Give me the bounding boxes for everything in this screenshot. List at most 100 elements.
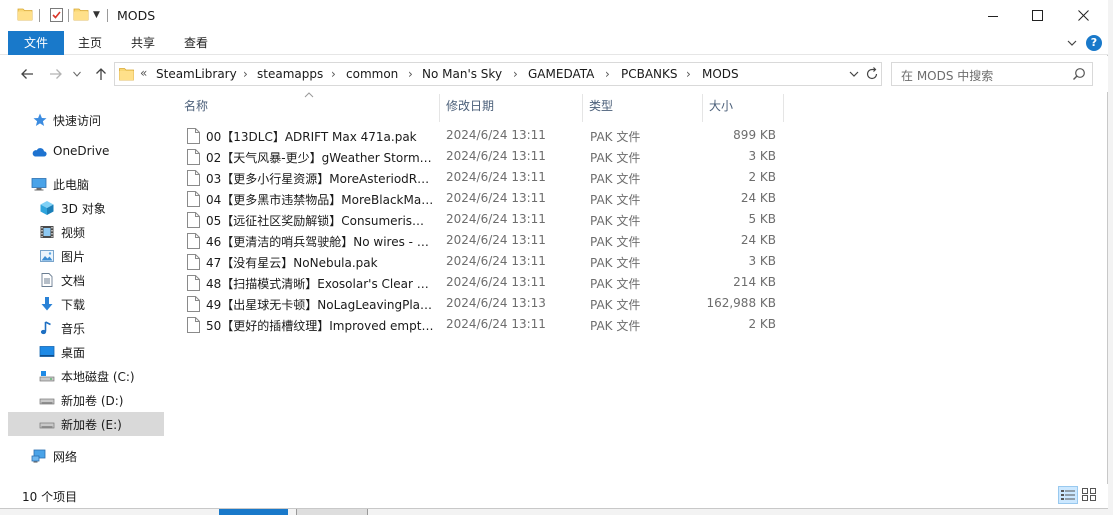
file-icon — [187, 254, 200, 270]
sidebar-item-drive-c[interactable]: 本地磁盘 (C:) — [8, 364, 164, 388]
sidebar-item-drive-d[interactable]: 新加卷 (D:) — [8, 388, 164, 412]
address-overflow[interactable]: « — [140, 66, 147, 80]
breadcrumb-separator[interactable]: › — [686, 67, 691, 81]
column-divider[interactable] — [582, 94, 583, 122]
file-row[interactable]: 00【13DLC】ADRIFT Max 471a.pak 2024/6/24 1… — [183, 125, 788, 146]
column-divider[interactable] — [702, 94, 703, 122]
details-view-button[interactable] — [1058, 486, 1078, 504]
tab-file[interactable]: 文件 — [8, 31, 64, 55]
sidebar-item-drive-e[interactable]: 新加卷 (E:) — [8, 412, 164, 436]
file-icon — [187, 128, 200, 144]
breadcrumb-pcbanks[interactable]: PCBANKS — [621, 67, 678, 81]
file-row[interactable]: 48【扫描模式清晰】Exosolar's Clear S… 2024/6/24 … — [183, 272, 788, 293]
file-size: 24 KB — [740, 233, 776, 247]
column-divider[interactable] — [439, 94, 440, 122]
minimize-button[interactable] — [970, 0, 1016, 31]
address-bar[interactable]: « SteamLibrary › steamapps › common › No… — [114, 62, 882, 86]
file-row[interactable]: 46【更清洁的哨兵驾驶舱】No wires - … 2024/6/24 13:1… — [183, 230, 788, 251]
file-row[interactable]: 03【更多小行星资源】MoreAsteriodR… 2024/6/24 13:1… — [183, 167, 788, 188]
search-icon[interactable] — [1072, 67, 1086, 81]
breadcrumb-separator[interactable]: › — [331, 67, 336, 81]
breadcrumb-separator[interactable]: › — [408, 67, 413, 81]
breadcrumb-separator[interactable]: › — [243, 67, 248, 81]
file-icon — [187, 149, 200, 165]
file-size: 214 KB — [733, 275, 776, 289]
file-size: 899 KB — [733, 128, 776, 142]
breadcrumb-mods[interactable]: MODS — [702, 67, 739, 81]
up-button[interactable] — [92, 65, 110, 83]
column-header-type[interactable]: 类型 — [589, 99, 699, 121]
file-icon — [187, 275, 200, 291]
close-button[interactable] — [1060, 0, 1106, 31]
large-icons-view-icon — [1082, 488, 1096, 501]
cloud-icon — [32, 148, 47, 157]
refresh-icon[interactable] — [865, 67, 879, 81]
forward-button[interactable] — [47, 65, 65, 83]
file-row[interactable]: 49【出星球无卡顿】NoLagLeavingPlan… 2024/6/24 13… — [183, 293, 788, 314]
file-type: PAK 文件 — [590, 172, 641, 186]
sidebar-item-desktop[interactable]: 桌面 — [8, 340, 164, 364]
file-type: PAK 文件 — [590, 298, 641, 312]
tab-share[interactable]: 共享 — [120, 31, 166, 55]
file-name: 04【更多黑市违禁物品】MoreBlackMa… — [206, 193, 434, 207]
folder-icon — [119, 68, 134, 81]
breadcrumb-steamlibrary[interactable]: SteamLibrary — [156, 67, 237, 81]
column-divider[interactable] — [783, 94, 784, 122]
file-icon — [187, 170, 200, 186]
file-date: 2024/6/24 13:11 — [446, 191, 546, 205]
file-icon — [187, 296, 200, 312]
recent-locations-button[interactable] — [71, 65, 83, 83]
customize-quick-access-dropdown[interactable]: ▼ — [92, 10, 101, 20]
background-button — [296, 509, 368, 515]
title-bar: ▼ MODS — [0, 0, 1108, 31]
sidebar-item-music[interactable]: 音乐 — [8, 316, 164, 340]
help-icon[interactable]: ? — [1086, 35, 1102, 51]
sidebar-item-quick-access[interactable]: 快速访问 — [8, 108, 164, 132]
maximize-button[interactable] — [1014, 0, 1060, 31]
file-row[interactable]: 47【没有星云】NoNebula.pak 2024/6/24 13:11 PAK… — [183, 251, 788, 272]
breadcrumb-steamapps[interactable]: steamapps — [257, 67, 323, 81]
sidebar-item-videos[interactable]: 视频 — [8, 220, 164, 244]
expand-ribbon-icon[interactable] — [1066, 37, 1078, 49]
drive-c-icon — [39, 371, 55, 382]
network-icon — [31, 449, 46, 463]
breadcrumb-common[interactable]: common — [346, 67, 398, 81]
back-button[interactable] — [18, 65, 36, 83]
column-header-name[interactable]: 名称 — [184, 99, 439, 121]
file-row[interactable]: 04【更多黑市违禁物品】MoreBlackMa… 2024/6/24 13:11… — [183, 188, 788, 209]
breadcrumb-no-mans-sky[interactable]: No Man's Sky — [422, 67, 502, 81]
large-icons-view-button[interactable] — [1080, 486, 1100, 504]
search-input[interactable]: 在 MODS 中搜索 — [891, 62, 1093, 86]
sidebar-item-onedrive[interactable]: OneDrive — [8, 140, 164, 164]
folder-icon[interactable] — [17, 7, 33, 21]
file-row[interactable]: 50【更好的插槽纹理】Improved empt… 2024/6/24 13:1… — [183, 314, 788, 335]
column-header-size[interactable]: 大小 — [709, 99, 779, 121]
file-row[interactable]: 05【远征社区奖励解锁】Consumerism.… 2024/6/24 13:1… — [183, 209, 788, 230]
column-header-date[interactable]: 修改日期 — [446, 99, 586, 121]
download-icon — [41, 297, 53, 311]
file-type: PAK 文件 — [590, 256, 641, 270]
breadcrumb-gamedata[interactable]: GAMEDATA — [528, 67, 594, 81]
window-title: MODS — [117, 8, 156, 23]
file-row[interactable]: 02【天气风暴-更少】gWeather Storms… 2024/6/24 13… — [183, 146, 788, 167]
new-folder-icon[interactable] — [73, 7, 89, 21]
file-icon — [187, 317, 200, 333]
chevron-down-icon — [73, 71, 81, 77]
breadcrumb-separator[interactable]: › — [605, 67, 610, 81]
sidebar-item-downloads[interactable]: 下载 — [8, 292, 164, 316]
sidebar-item-network[interactable]: 网络 — [8, 444, 164, 468]
sidebar-item-label: 桌面 — [61, 346, 86, 360]
properties-icon[interactable] — [49, 7, 64, 23]
chevron-down-icon[interactable] — [848, 68, 860, 80]
maximize-icon — [1031, 10, 1043, 21]
tab-view[interactable]: 查看 — [173, 31, 219, 55]
sidebar-item-documents[interactable]: 文档 — [8, 268, 164, 292]
sidebar-item-pictures[interactable]: 图片 — [8, 244, 164, 268]
file-name: 05【远征社区奖励解锁】Consumerism.… — [206, 214, 434, 228]
sidebar-item-this-pc[interactable]: 此电脑 — [8, 172, 164, 196]
tab-home[interactable]: 主页 — [67, 31, 113, 55]
forward-arrow-icon — [50, 69, 62, 79]
sidebar-item-3d-objects[interactable]: 3D 对象 — [8, 196, 164, 220]
breadcrumb-separator[interactable]: › — [513, 67, 518, 81]
sidebar-item-label: 新加卷 (D:) — [61, 394, 124, 408]
